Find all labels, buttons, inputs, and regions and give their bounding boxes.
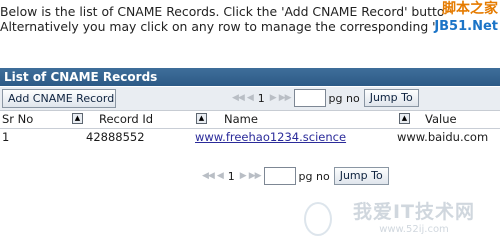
cell-record-id: 42888552 — [86, 130, 145, 144]
first-page-icon[interactable]: ◀◀ — [232, 93, 245, 103]
page-number-input[interactable] — [293, 89, 326, 107]
watermark-bottom: 我爱IT技术网 www.52ij.com — [304, 200, 498, 238]
intro-line-2: Alternatively you may click on any row t… — [0, 19, 436, 34]
column-header-name: Name — [224, 112, 258, 126]
current-page-number: 1 — [257, 91, 265, 105]
watermark-bottom-en: www.52ij.com — [379, 224, 449, 235]
sort-icon[interactable]: ▲ — [399, 113, 410, 124]
page-number-label: pg no — [298, 169, 330, 183]
next-page-icon[interactable]: ▶ — [240, 171, 247, 181]
page-number-label: pg no — [328, 91, 360, 105]
cell-name-link[interactable]: www.freehao1234.science — [195, 129, 346, 145]
last-page-icon[interactable]: ▶▶ — [249, 171, 262, 181]
prev-page-icon[interactable]: ◀ — [217, 171, 224, 181]
pager-top: ◀◀ ◀ 1 ▶ ▶▶ pg no Jump To — [232, 88, 419, 108]
intro-text: Below is the list of CNAME Records. Clic… — [0, 4, 500, 34]
watermark-logo-icon — [304, 202, 332, 236]
table-header: Sr No ▲ Record Id ▲ Name ▲ Value — [0, 111, 500, 129]
next-page-icon[interactable]: ▶ — [270, 93, 277, 103]
sort-icon[interactable]: ▲ — [196, 113, 207, 124]
table-row[interactable]: 1 42888552 www.freehao1234.science www.b… — [0, 129, 500, 145]
page-number-input[interactable] — [263, 167, 296, 185]
table-body: 1 42888552 www.freehao1234.science www.b… — [0, 129, 500, 145]
current-page-number: 1 — [227, 169, 235, 183]
column-header-value: Value — [425, 112, 457, 126]
last-page-icon[interactable]: ▶▶ — [279, 93, 292, 103]
cname-table: Sr No ▲ Record Id ▲ Name ▲ Value 1 42888… — [0, 111, 500, 145]
add-cname-record-button[interactable]: Add CNAME Record — [2, 89, 116, 108]
jump-to-button[interactable]: Jump To — [363, 89, 419, 107]
column-header-record-id: Record Id — [99, 112, 154, 126]
cell-sr-no: 1 — [2, 130, 10, 144]
column-header-sr-no: Sr No — [2, 112, 34, 126]
pager-bottom: ◀◀ ◀ 1 ▶ ▶▶ pg no Jump To — [202, 166, 389, 186]
intro-line-1: Below is the list of CNAME Records. Clic… — [0, 4, 445, 19]
jump-to-button[interactable]: Jump To — [333, 167, 389, 185]
first-page-icon[interactable]: ◀◀ — [202, 171, 215, 181]
sort-icon[interactable]: ▲ — [72, 113, 83, 124]
prev-page-icon[interactable]: ◀ — [247, 93, 254, 103]
section-header: List of CNAME Records — [0, 68, 500, 86]
watermark-bottom-cn: 我爱IT技术网 — [352, 201, 476, 223]
cell-value: www.baidu.com — [397, 130, 489, 144]
